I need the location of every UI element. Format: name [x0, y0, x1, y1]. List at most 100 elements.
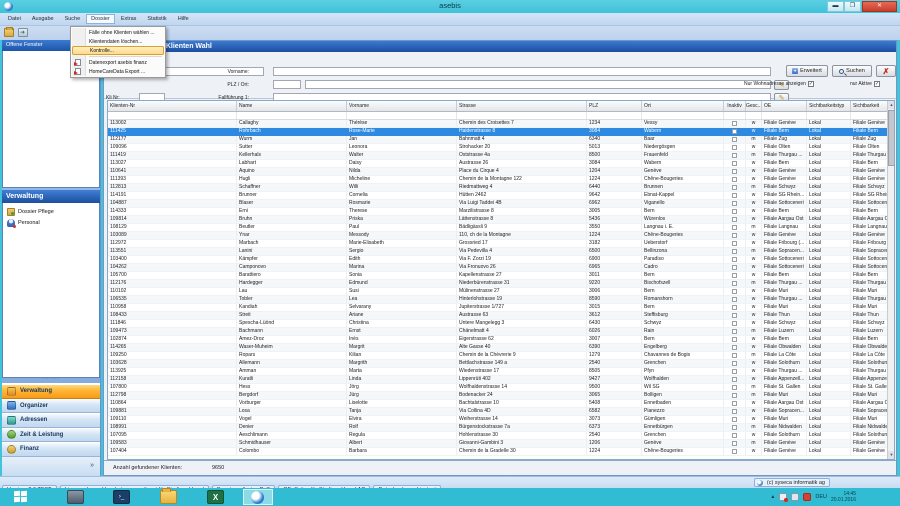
inaktiv-checkbox[interactable] — [732, 241, 737, 246]
table-row[interactable]: 111393 Hugli Micheline Chemin de la Mont… — [108, 176, 888, 184]
table-row[interactable]: 112798 Bergdorf Jürg Bodenacker 24 3065 … — [108, 392, 888, 400]
scroll-up-arrow[interactable]: ▲ — [888, 101, 895, 109]
column-header-name[interactable]: Name — [237, 101, 347, 111]
inaktiv-checkbox[interactable] — [732, 441, 737, 446]
inaktiv-checkbox[interactable] — [732, 129, 737, 134]
inaktiv-checkbox[interactable] — [732, 337, 737, 342]
inaktiv-checkbox[interactable] — [732, 329, 737, 334]
table-row[interactable]: 113551 Lanini Sergio Via Pedevilla 4 650… — [108, 248, 888, 256]
erweitert-button[interactable]: ▾ Erweitert — [786, 65, 828, 77]
table-row[interactable]: 112813 Schaffner Willi Riedmattweg 4 644… — [108, 184, 888, 192]
table-row[interactable]: 108433 Streit Ariane Austrasse 63 3612 S… — [108, 312, 888, 320]
table-row[interactable]: 107404 Colombo Barbara Chemin de la Grad… — [108, 448, 888, 456]
ort-input[interactable] — [305, 80, 771, 89]
dropdown-menu-item[interactable]: Klientendaten löschen... — [72, 37, 164, 46]
excel-icon[interactable]: X — [207, 490, 224, 504]
forward-window-icon[interactable] — [18, 28, 28, 37]
inaktiv-checkbox[interactable] — [732, 393, 737, 398]
tray-message-icon[interactable] — [791, 493, 799, 501]
inaktiv-checkbox[interactable] — [732, 305, 737, 310]
inaktiv-checkbox[interactable] — [732, 273, 737, 278]
inaktiv-checkbox[interactable] — [732, 353, 737, 358]
inaktiv-checkbox[interactable] — [732, 249, 737, 254]
scroll-down-arrow[interactable]: ▼ — [888, 451, 895, 459]
table-row[interactable]: 104887 Blaser Rosmarie Via Luigi Taddei … — [108, 200, 888, 208]
inaktiv-checkbox[interactable] — [732, 145, 737, 150]
inaktiv-checkbox[interactable] — [732, 137, 737, 142]
table-row[interactable]: 103628 Allemann Margrith Bettlachstrasse… — [108, 360, 888, 368]
inaktiv-checkbox[interactable] — [732, 369, 737, 374]
table-row[interactable]: 106535 Tobler Lea Hinterlohstrasse 19 85… — [108, 296, 888, 304]
table-row[interactable]: 109583 Schmidhauser Albert Giovanni-Gamb… — [108, 440, 888, 448]
inaktiv-checkbox[interactable] — [732, 153, 737, 158]
inaktiv-checkbox[interactable] — [732, 313, 737, 318]
table-row[interactable]: 113027 Labhart Daisy Austrasse 26 3084 W… — [108, 160, 888, 168]
wohnadresse-checkbox[interactable]: ✓ — [808, 81, 814, 87]
inaktiv-checkbox[interactable] — [732, 217, 737, 222]
menu-item[interactable]: Extras — [116, 14, 142, 24]
table-row[interactable]: 114333 Erni Therese Marzilistrasse 8 300… — [108, 208, 888, 216]
vertical-scrollbar[interactable]: ▲ ▼ — [887, 101, 894, 459]
sidebar-nav-button[interactable]: Finanz — [2, 442, 100, 457]
table-row[interactable]: 112972 Marbach Marie-Elisabeth Grossried… — [108, 240, 888, 248]
column-header-klienten-nr[interactable]: Klienten-Nr — [108, 101, 237, 111]
table-row[interactable]: 104262 Camponovo Marina Via Fronuovo 26 … — [108, 264, 888, 272]
nav-overflow-chevron[interactable]: » — [2, 457, 100, 476]
menu-item[interactable]: Suche — [60, 14, 86, 24]
table-row[interactable]: 108991 Denier Rolf Bürgenstockstrasse 7a… — [108, 424, 888, 432]
inaktiv-checkbox[interactable] — [732, 169, 737, 174]
column-header-sichtbarkeitstyp[interactable]: Sichtbarkeitstyp — [807, 101, 851, 111]
sidebar-nav-button[interactable]: Organizer — [2, 399, 100, 414]
inaktiv-checkbox[interactable] — [732, 225, 737, 230]
column-header-sichtbarkeit[interactable]: Sichtbarkeit — [851, 101, 888, 111]
taskbar-clock[interactable]: 14:45 20.01.2016 — [831, 491, 856, 503]
inaktiv-checkbox[interactable] — [732, 425, 737, 430]
table-row[interactable]: 112177 Wurm Jan Bahnmatt 4 6340 Baar m F… — [108, 136, 888, 144]
table-row[interactable]: 105700 Barattiero Sonia Kapellenstrasse … — [108, 272, 888, 280]
inaktiv-checkbox[interactable] — [732, 345, 737, 350]
inaktiv-checkbox[interactable] — [732, 209, 737, 214]
powershell-icon[interactable]: ›_ — [113, 490, 130, 504]
sidebar-nav-button[interactable]: Verwaltung — [2, 384, 100, 399]
inaktiv-checkbox[interactable] — [732, 289, 737, 294]
inaktiv-checkbox[interactable] — [732, 297, 737, 302]
table-row[interactable]: 110102 Lau Susi Mülinenstrasse 27 3006 B… — [108, 288, 888, 296]
inaktiv-checkbox[interactable] — [732, 361, 737, 366]
inaktiv-checkbox[interactable] — [732, 385, 737, 390]
sidebar-item[interactable]: Personal — [3, 217, 99, 228]
table-row[interactable]: 111419 Kellerhals Walter Oststrasse 4a 8… — [108, 152, 888, 160]
column-header-inaktiv[interactable]: Inaktiv — [724, 101, 746, 111]
column-header-oe[interactable]: OE — [762, 101, 807, 111]
table-row[interactable]: 111425 Rohrbach Rose-Marie Haldenstrasse… — [108, 128, 888, 136]
table-row[interactable]: 109814 Bruhn Priska Lättenstrasse 8 5436… — [108, 216, 888, 224]
tray-phone-icon[interactable] — [803, 493, 811, 501]
table-row[interactable]: 108129 Beutler Paul Bädligässli 9 3550 L… — [108, 224, 888, 232]
inaktiv-checkbox[interactable] — [732, 265, 737, 270]
tray-network-icon[interactable] — [779, 493, 787, 501]
start-button[interactable] — [14, 491, 27, 503]
table-row[interactable]: 103400 Kämpfer Edith Via F. Zorzi 19 690… — [108, 256, 888, 264]
table-row[interactable]: 110641 Aquino Nilda Place du Cirque 4 12… — [108, 168, 888, 176]
inaktiv-checkbox[interactable] — [732, 233, 737, 238]
column-header-geschlecht[interactable]: Gesc... — [746, 101, 762, 111]
inaktiv-checkbox[interactable] — [732, 281, 737, 286]
filter-row[interactable] — [108, 112, 888, 120]
dropdown-menu-item[interactable]: Datenexport asebis finanz — [72, 58, 164, 67]
inaktiv-checkbox[interactable] — [732, 193, 737, 198]
server-manager-icon[interactable] — [67, 490, 84, 504]
clear-search-button[interactable]: ✗ — [876, 65, 896, 77]
table-row[interactable]: 111846 Spescha-Lüönd Christina Untere Ma… — [108, 320, 888, 328]
inaktiv-checkbox[interactable] — [732, 417, 737, 422]
table-row[interactable]: 112158 Kuratli Linda Lippenrüti 402 9427… — [108, 376, 888, 384]
inaktiv-checkbox[interactable] — [732, 433, 737, 438]
table-row[interactable]: 107095 Aeschlimann Regula Hohlenstrasse … — [108, 432, 888, 440]
inaktiv-checkbox[interactable] — [732, 185, 737, 190]
table-row[interactable]: 109250 Ropars Kilian Chemin de la Chèvre… — [108, 352, 888, 360]
aktive-checkbox[interactable]: ✓ — [874, 81, 880, 87]
table-row[interactable]: 107800 Hess Jörg Wolfhaldenstrasse 14 95… — [108, 384, 888, 392]
language-indicator[interactable]: DEU — [815, 494, 827, 500]
close-button[interactable]: ✕ — [862, 1, 897, 12]
inaktiv-checkbox[interactable] — [732, 201, 737, 206]
minimize-button[interactable]: ▬ — [827, 1, 844, 12]
table-row[interactable]: 102874 Amez-Droz Inès Eigerstrasse 62 30… — [108, 336, 888, 344]
